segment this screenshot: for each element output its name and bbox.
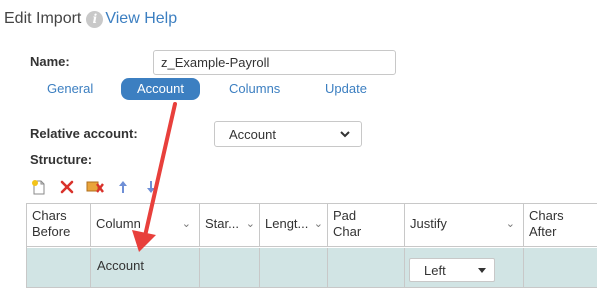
cell-length[interactable] (260, 248, 328, 288)
header-pad-char[interactable]: Pad Char (328, 204, 405, 247)
clear-icon[interactable] (86, 178, 104, 196)
header-chars-after[interactable]: Chars After (524, 204, 597, 247)
header-length[interactable]: Lengt... ⌄ (260, 204, 328, 247)
justify-value: Left (424, 263, 446, 278)
header-chars-before[interactable]: Chars Before (27, 204, 91, 247)
delete-icon[interactable] (58, 178, 76, 196)
structure-grid: Chars Before Column ⌄ Star... ⌄ Lengt...… (26, 203, 597, 288)
tab-columns[interactable]: Columns (229, 78, 280, 100)
cell-chars-before[interactable] (27, 248, 91, 288)
chevron-down-icon (340, 131, 350, 138)
tab-account[interactable]: Account (121, 78, 200, 100)
title-bar: Edit Import i View Help (4, 8, 177, 30)
tab-general[interactable]: General (47, 78, 93, 100)
relative-account-label: Relative account: (30, 126, 138, 141)
tab-update[interactable]: Update (325, 78, 367, 100)
table-row[interactable]: Account Left (27, 248, 597, 288)
grid-header: Chars Before Column ⌄ Star... ⌄ Lengt...… (27, 204, 597, 247)
header-column[interactable]: Column ⌄ (91, 204, 200, 247)
structure-toolbar (30, 178, 170, 196)
add-row-icon[interactable] (30, 178, 48, 196)
move-down-icon[interactable] (142, 178, 160, 196)
header-start[interactable]: Star... ⌄ (200, 204, 260, 247)
justify-select[interactable]: Left (409, 258, 495, 282)
name-label: Name: (30, 54, 70, 69)
chevron-down-icon: ⌄ (313, 218, 323, 230)
cell-column[interactable]: Account (91, 248, 200, 288)
page-title: Edit Import (4, 10, 82, 27)
move-up-icon[interactable] (114, 178, 132, 196)
chevron-down-icon: ⌄ (181, 218, 191, 230)
chevron-down-icon: ⌄ (245, 218, 255, 230)
tab-bar: General Account Columns Update (0, 78, 420, 100)
cell-justify: Left (405, 248, 524, 288)
view-help-link[interactable]: View Help (105, 10, 177, 28)
chevron-down-icon: ⌄ (505, 218, 515, 230)
cell-chars-after[interactable] (524, 248, 597, 288)
relative-account-value: Account (229, 126, 276, 142)
relative-account-select[interactable]: Account (214, 121, 362, 147)
name-row: Name: (30, 54, 70, 69)
info-icon[interactable]: i (86, 10, 104, 28)
structure-label: Structure: (30, 152, 93, 167)
cell-pad-char[interactable] (328, 248, 405, 288)
cell-start[interactable] (200, 248, 260, 288)
name-input[interactable] (153, 50, 396, 75)
caret-down-icon (478, 268, 486, 273)
header-justify[interactable]: Justify ⌄ (405, 204, 524, 247)
